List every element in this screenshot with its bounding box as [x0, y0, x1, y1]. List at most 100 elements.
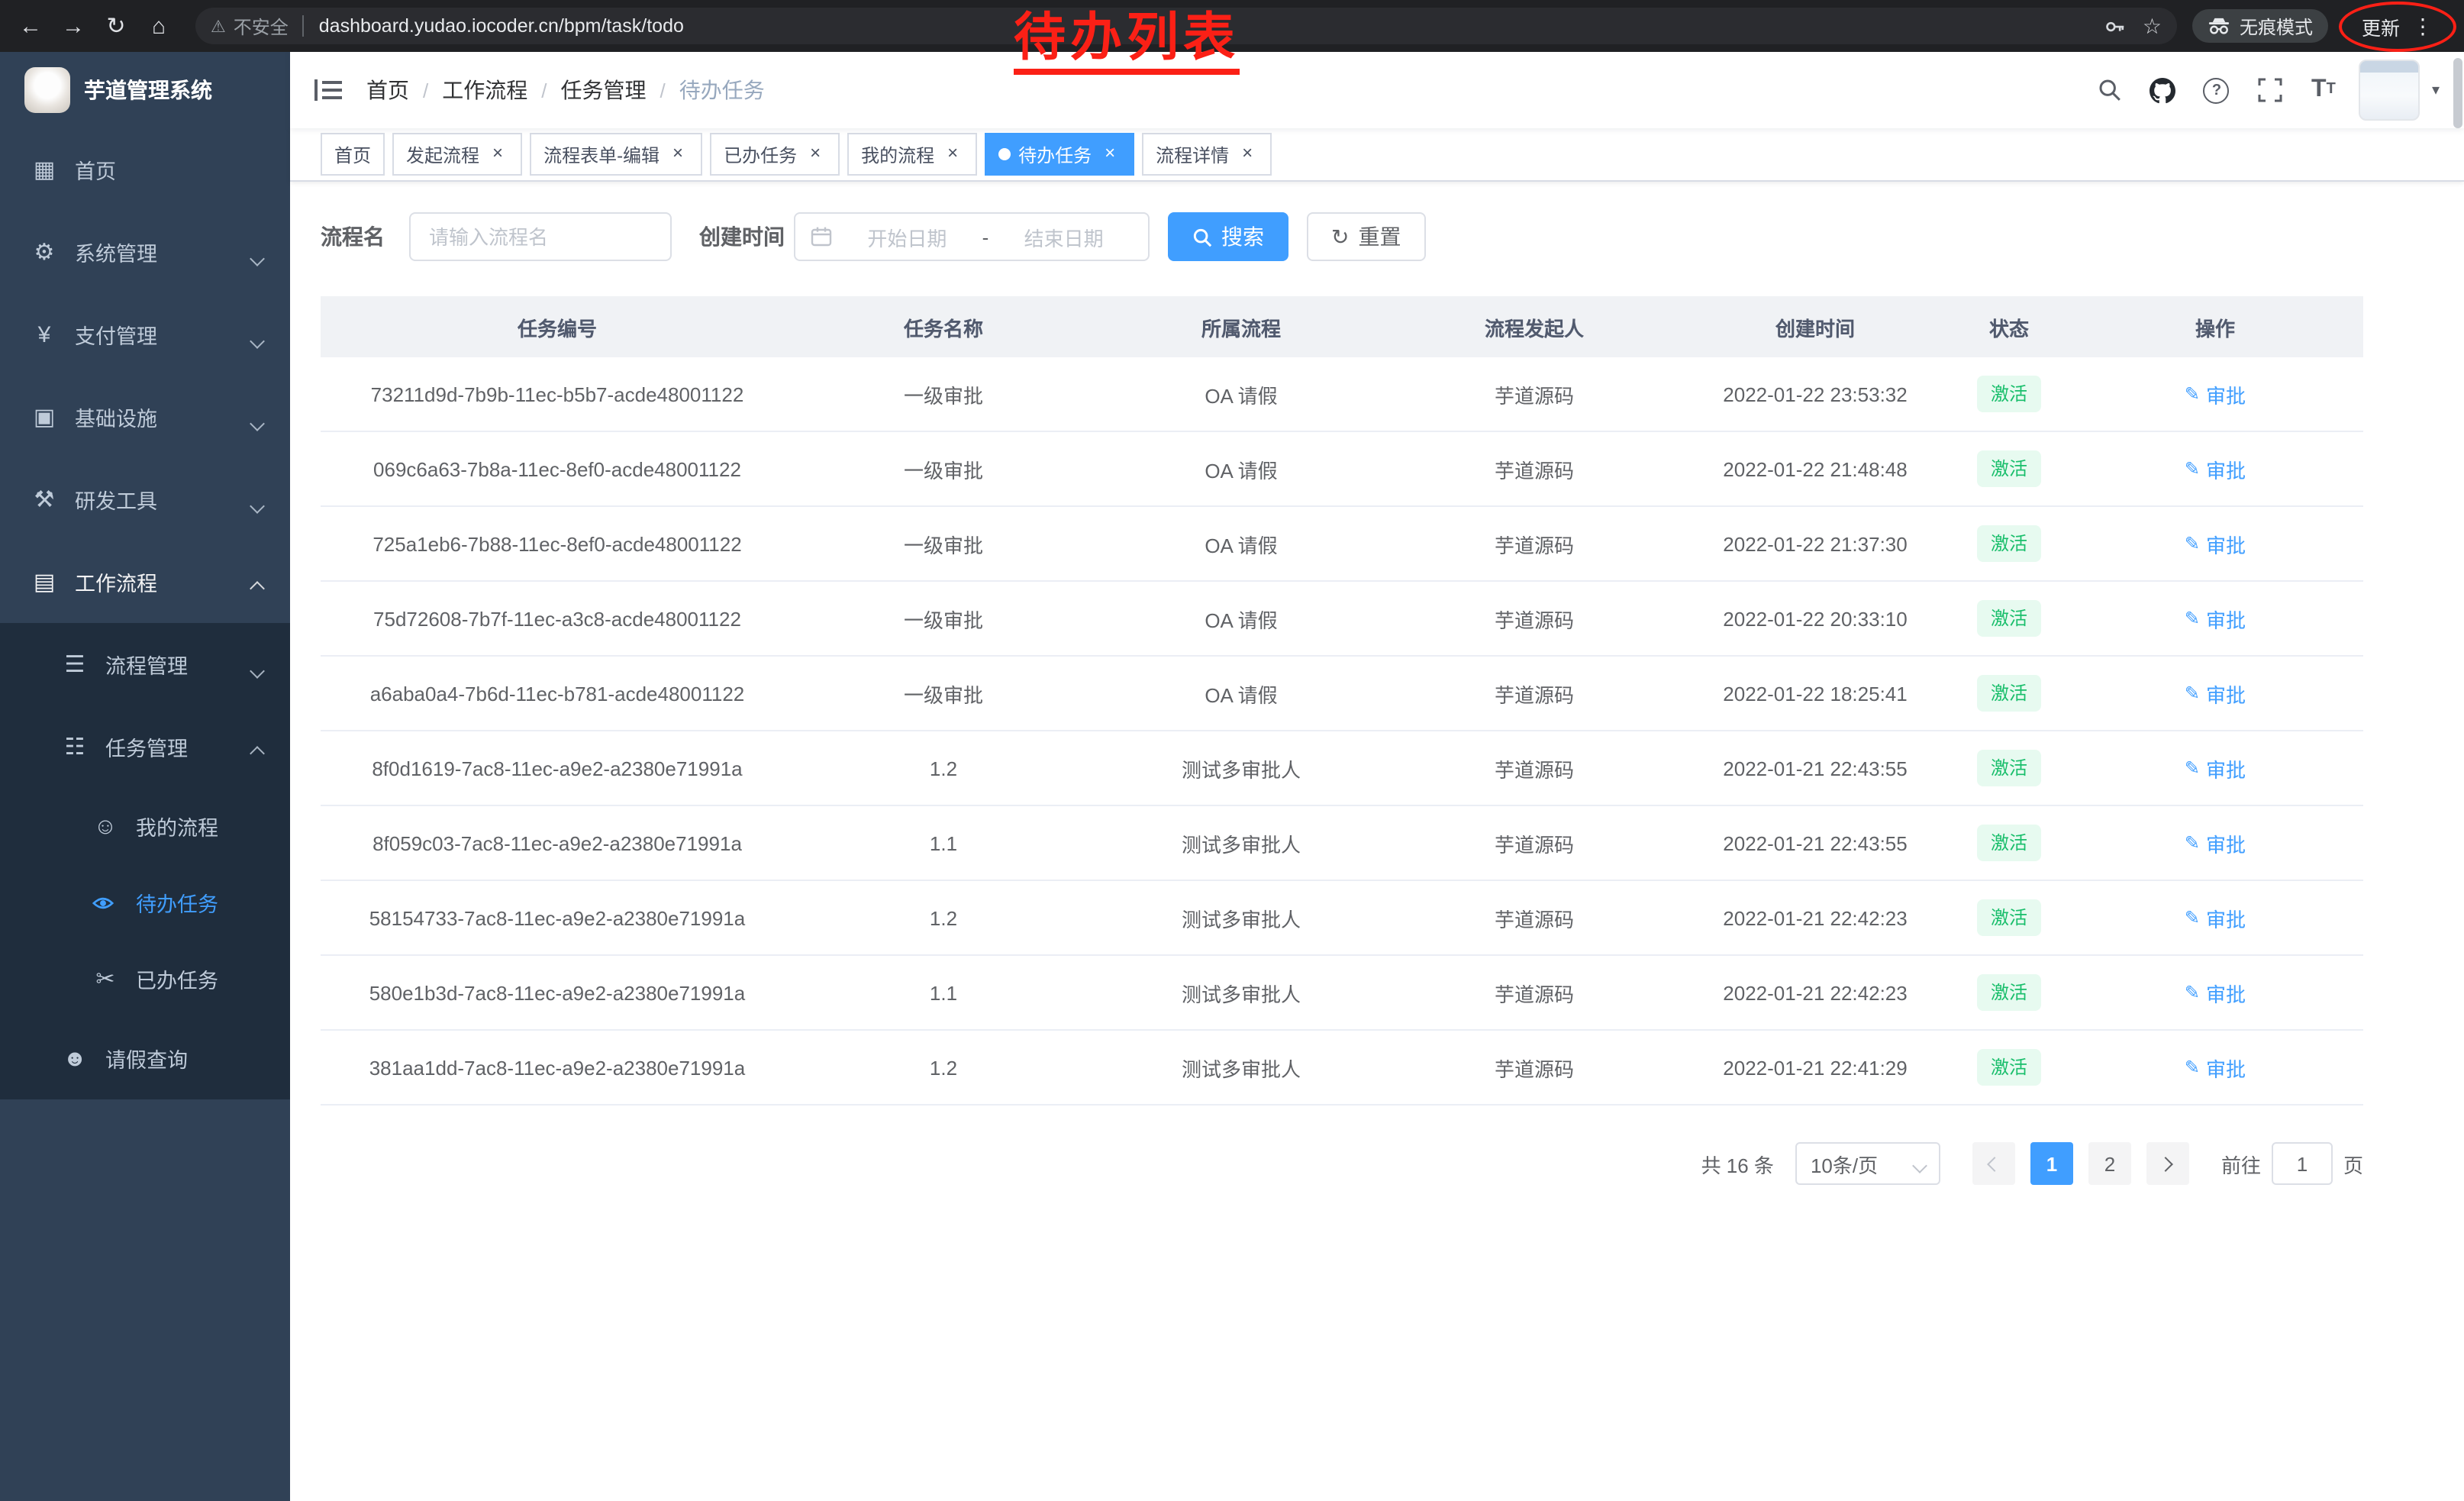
audit-button[interactable]: ✎ 审批 [2185, 903, 2246, 932]
reset-button[interactable]: ↻ 重置 [1307, 212, 1425, 261]
breadcrumb-current: 待办任务 [679, 75, 765, 105]
process-name-input[interactable] [409, 212, 672, 261]
audit-button[interactable]: ✎ 审批 [2185, 828, 2246, 857]
sidebar-item-workflow[interactable]: ▤ 工作流程 [0, 541, 290, 623]
jump-page-input[interactable] [2272, 1142, 2333, 1185]
status-badge: 激活 [1977, 1049, 2041, 1086]
tab-home[interactable]: 首页 [321, 133, 385, 176]
date-range-picker[interactable]: 开始日期 - 结束日期 [794, 212, 1150, 261]
browser-update-button[interactable]: 更新 ⋮ [2350, 7, 2446, 45]
column-header-status: 状态 [1951, 312, 2067, 341]
audit-button[interactable]: ✎ 审批 [2185, 379, 2246, 408]
sidebar-item-done-task[interactable]: ✂ 已办任务 [0, 941, 290, 1017]
github-icon[interactable] [2145, 70, 2182, 110]
audit-button[interactable]: ✎ 审批 [2185, 529, 2246, 558]
browser-forward-icon[interactable]: → [52, 5, 95, 47]
cell-initiator: 芋道源码 [1389, 379, 1679, 408]
update-label[interactable]: 更新 [2362, 11, 2400, 40]
cell-status: 激活 [1951, 825, 2067, 861]
audit-button[interactable]: ✎ 审批 [2185, 679, 2246, 708]
column-header-task-name: 任务名称 [794, 312, 1093, 341]
cell-initiator: 芋道源码 [1389, 978, 1679, 1007]
top-navbar: 首页 / 工作流程 / 任务管理 / 待办任务 ? [290, 52, 2464, 128]
page-url[interactable]: dashboard.yudao.iocoder.cn/bpm/task/todo [319, 15, 684, 37]
table-row: 381aa1dd-7ac8-11ec-a9e2-a2380e71991a 1.2… [321, 1031, 2363, 1106]
audit-button[interactable]: ✎ 审批 [2185, 454, 2246, 483]
browser-reload-icon[interactable]: ↻ [95, 5, 137, 47]
sidebar-item-system[interactable]: ⚙ 系统管理 [0, 211, 290, 293]
browser-back-icon[interactable]: ← [9, 5, 52, 47]
close-icon[interactable]: × [487, 144, 508, 165]
bookmark-star-icon[interactable]: ☆ [2143, 13, 2162, 39]
audit-button[interactable]: ✎ 审批 [2185, 1053, 2246, 1082]
gear-icon: ⚙ [31, 238, 58, 266]
browser-home-icon[interactable]: ⌂ [137, 5, 180, 47]
menu-label: 已办任务 [136, 964, 218, 994]
audit-button[interactable]: ✎ 审批 [2185, 604, 2246, 633]
menu-label: 工作流程 [75, 567, 157, 597]
audit-button[interactable]: ✎ 审批 [2185, 978, 2246, 1007]
sidebar-fold-icon[interactable] [314, 78, 342, 102]
table-row: a6aba0a4-7b6d-11ec-b781-acde48001122 一级审… [321, 657, 2363, 731]
main-area: 首页 / 工作流程 / 任务管理 / 待办任务 ? [290, 52, 2464, 1501]
tab-my-process[interactable]: 我的流程× [847, 133, 977, 176]
page-size-select[interactable]: 10条/页 [1795, 1142, 1940, 1185]
sidebar-item-devtools[interactable]: ⚒ 研发工具 [0, 458, 290, 541]
close-icon[interactable]: × [805, 144, 826, 165]
avatar-caret-icon[interactable]: ▾ [2432, 82, 2440, 98]
breadcrumb-home[interactable]: 首页 [366, 75, 409, 105]
sidebar-item-process-mgmt[interactable]: ☰ 流程管理 [0, 623, 290, 705]
close-icon[interactable]: × [1237, 144, 1258, 165]
menu-label: 基础设施 [75, 402, 157, 432]
security-warning-label[interactable]: 不安全 [234, 13, 289, 39]
search-button[interactable]: 搜索 [1168, 212, 1288, 261]
menu-label: 首页 [75, 154, 116, 185]
audit-button[interactable]: ✎ 审批 [2185, 754, 2246, 783]
column-header-action: 操作 [2067, 312, 2363, 341]
jump-prefix-label: 前往 [2221, 1149, 2261, 1178]
prev-page-button[interactable] [1972, 1142, 2015, 1185]
sidebar-item-infrastructure[interactable]: ▣ 基础设施 [0, 376, 290, 458]
font-size-icon[interactable]: TT [2305, 70, 2342, 110]
close-icon[interactable]: × [942, 144, 963, 165]
sidebar-item-leave-query[interactable]: ☻ 请假查询 [0, 1017, 290, 1099]
cell-task-id: a6aba0a4-7b6d-11ec-b781-acde48001122 [321, 682, 794, 705]
scrollbar-thumb[interactable] [2453, 58, 2462, 128]
browser-menu-icon[interactable]: ⋮ [2412, 13, 2433, 39]
tab-process-detail[interactable]: 流程详情× [1142, 133, 1272, 176]
page-button-2[interactable]: 2 [2088, 1142, 2131, 1185]
avatar[interactable] [2359, 60, 2420, 121]
sidebar-item-home[interactable]: ▦ 首页 [0, 128, 290, 211]
sidebar-item-todo-task[interactable]: 待办任务 [0, 864, 290, 941]
annotation-overlay-text: 待办列表 [1014, 9, 1240, 75]
tab-done-task[interactable]: 已办任务× [710, 133, 840, 176]
help-icon[interactable]: ? [2198, 70, 2235, 110]
tab-form-edit[interactable]: 流程表单-编辑× [530, 133, 702, 176]
page-button-1[interactable]: 1 [2030, 1142, 2073, 1185]
sidebar-item-payment[interactable]: ¥ 支付管理 [0, 293, 290, 376]
cell-task-name: 1.1 [794, 981, 1093, 1004]
navbar-actions: ? TT ▾ [2091, 60, 2440, 121]
close-icon[interactable]: × [1099, 144, 1121, 165]
close-icon[interactable]: × [667, 144, 689, 165]
fullscreen-icon[interactable] [2252, 70, 2288, 110]
breadcrumb-task-mgmt[interactable]: 任务管理 [561, 75, 647, 105]
app-logo[interactable]: 芋道管理系统 [0, 52, 290, 128]
cell-action: ✎ 审批 [2067, 379, 2363, 408]
tab-todo-task[interactable]: 待办任务× [985, 133, 1134, 176]
breadcrumb-workflow[interactable]: 工作流程 [442, 75, 527, 105]
edit-icon: ✎ [2185, 533, 2200, 554]
sidebar-item-my-process[interactable]: ☺ 我的流程 [0, 788, 290, 864]
search-icon[interactable] [2091, 70, 2128, 110]
end-date-placeholder[interactable]: 结束日期 [995, 222, 1133, 251]
start-date-placeholder[interactable]: 开始日期 [838, 222, 976, 251]
sidebar-item-task-mgmt[interactable]: ☷ 任务管理 [0, 705, 290, 788]
cell-status: 激活 [1951, 974, 2067, 1011]
tab-start-process[interactable]: 发起流程× [392, 133, 522, 176]
next-page-button[interactable] [2146, 1142, 2189, 1185]
menu-label: 系统管理 [75, 237, 157, 267]
refresh-icon: ↻ [1331, 226, 1349, 247]
breadcrumb-separator: / [541, 79, 547, 102]
table-row: 725a1eb6-7b88-11ec-8ef0-acde48001122 一级审… [321, 507, 2363, 582]
password-key-icon[interactable] [2104, 15, 2127, 37]
